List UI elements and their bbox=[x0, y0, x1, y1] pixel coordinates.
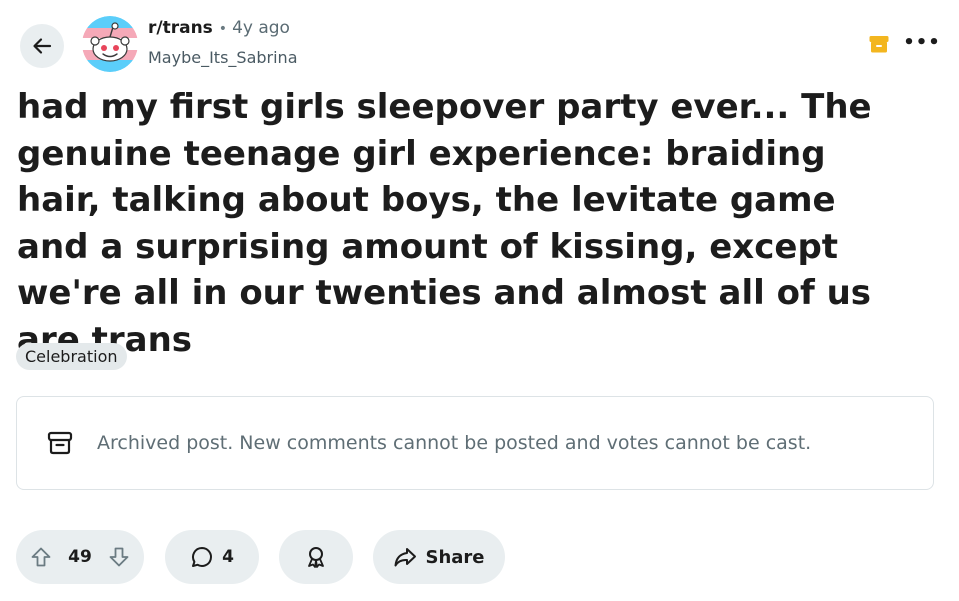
share-arrow-icon bbox=[394, 548, 417, 567]
post-action-bar: 49 4 Share bbox=[16, 530, 505, 584]
archived-notice-text: Archived post. New comments cannot be po… bbox=[97, 432, 812, 454]
share-button[interactable]: Share bbox=[373, 530, 505, 584]
subreddit-avatar[interactable] bbox=[82, 16, 138, 72]
comments-button[interactable]: 4 bbox=[165, 530, 259, 584]
speech-bubble-icon bbox=[192, 547, 213, 567]
more-options-button[interactable]: ••• bbox=[902, 28, 942, 56]
share-label: Share bbox=[425, 546, 485, 568]
author-link[interactable]: Maybe_Its_Sabrina bbox=[148, 50, 298, 66]
vote-control: 49 bbox=[16, 530, 144, 584]
upvote-arrow-icon[interactable] bbox=[30, 546, 52, 568]
archived-notice: Archived post. New comments cannot be po… bbox=[16, 396, 934, 490]
post-title[interactable]: had my first girls sleepover party ever.… bbox=[17, 84, 917, 363]
post-age: 4y ago bbox=[232, 18, 290, 38]
vote-score: 49 bbox=[68, 547, 92, 567]
award-button[interactable] bbox=[279, 530, 353, 584]
arrow-left-icon bbox=[33, 38, 52, 54]
post-flair[interactable]: Celebration bbox=[16, 343, 127, 370]
award-ribbon-icon bbox=[308, 547, 324, 568]
meta-separator: • bbox=[218, 21, 228, 37]
post-meta: r/trans • 4y ago Maybe_Its_Sabrina bbox=[148, 20, 298, 66]
reddit-snoo-trans-flag-icon bbox=[82, 16, 138, 72]
subreddit-link[interactable]: r/trans bbox=[148, 20, 213, 37]
back-button[interactable] bbox=[20, 24, 64, 68]
archive-icon bbox=[47, 431, 73, 455]
comment-count: 4 bbox=[222, 547, 234, 567]
archive-box-icon bbox=[869, 36, 889, 53]
downvote-arrow-icon[interactable] bbox=[108, 546, 130, 568]
